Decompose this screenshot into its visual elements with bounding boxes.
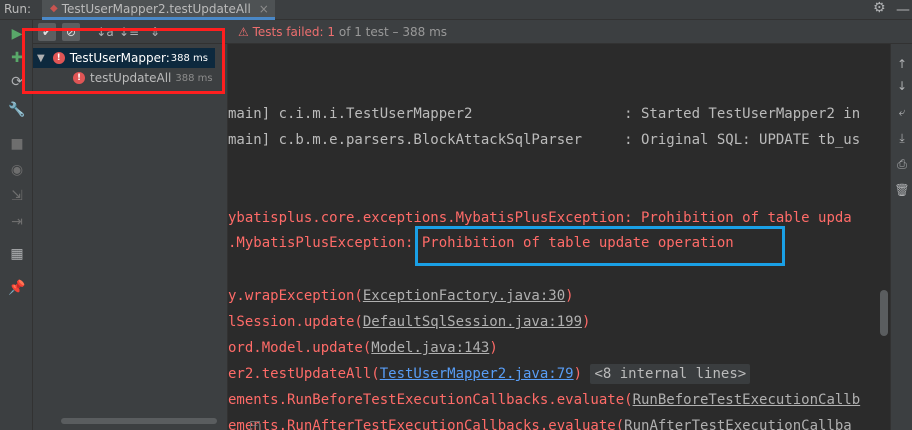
frame-link[interactable]: ExceptionFactory.java:30 <box>363 288 565 304</box>
frame-suffix: ) <box>573 366 591 382</box>
tab-title: TestUserMapper2.testUpdateAll <box>61 1 251 16</box>
frame-method: y.wrapException( <box>228 288 363 304</box>
stack-frame: ements.RunBeforeTestExecutionCallbacks.e… <box>228 390 860 410</box>
tab-test-updateall[interactable]: ◆ TestUserMapper2.testUpdateAll × <box>42 0 275 20</box>
highlight-box-blue <box>415 226 785 266</box>
tree-horizontal-scrollbar[interactable] <box>61 418 217 424</box>
frame-suffix: ) <box>489 340 498 356</box>
run-label: Run: <box>4 2 32 16</box>
frame-method: er2.testUpdateAll( <box>228 366 380 382</box>
import-icon[interactable]: ⇥ <box>7 212 27 232</box>
run-tool-window-header: Run: ◆ TestUserMapper2.testUpdateAll × ⚙… <box>0 0 912 20</box>
frame-link[interactable]: Model.java:143 <box>371 340 489 356</box>
console-side-toolbar: ↑ ↓ ⤶ ⤓ ⎙ 🗑 <box>890 44 912 430</box>
fold-toggle-icon[interactable]: + <box>250 421 260 430</box>
test-status-text: ⚠ Tests failed: 1 of 1 test – 388 ms <box>238 25 447 39</box>
status-failed-count: 1 <box>327 25 336 39</box>
layout-icon[interactable]: ▦ <box>7 244 27 264</box>
stack-frame: y.wrapException(ExceptionFactory.java:30… <box>228 286 574 306</box>
exception-line: ybatisplus.core.exceptions.MybatisPlusEx… <box>228 210 852 226</box>
frame-link[interactable]: RunAfterTestExecutionCallba <box>624 418 852 430</box>
test-config-icon: ◆ <box>50 3 58 14</box>
arrow-down-icon[interactable]: ↓ <box>894 78 910 94</box>
arrow-up-icon[interactable]: ↑ <box>894 56 910 72</box>
stack-frame: lSession.update(DefaultSqlSession.java:1… <box>228 312 590 332</box>
warning-icon: ⚠ <box>238 25 253 39</box>
frame-method: lSession.update( <box>228 314 363 330</box>
close-icon[interactable]: × <box>259 2 269 16</box>
exception-class: .MybatisPlusException <box>228 235 406 251</box>
frame-method: ements.RunAfterTestExecutionCallbacks.ev… <box>228 418 625 430</box>
camera-icon[interactable]: ◉ <box>7 160 27 180</box>
gear-icon[interactable]: ⚙ <box>873 0 886 16</box>
frame-link-source[interactable]: TestUserMapper2.java:79 <box>380 366 574 382</box>
frame-link[interactable]: RunBeforeTestExecutionCallb <box>633 392 861 408</box>
console-vertical-scrollbar[interactable] <box>880 290 888 336</box>
stack-frame: ements.RunAfterTestExecutionCallbacks.ev… <box>228 416 852 430</box>
frame-suffix: ) <box>582 314 591 330</box>
frame-method: ord.Model.update( <box>228 340 372 356</box>
soft-wrap-icon[interactable]: ⤶ <box>894 104 910 120</box>
trash-icon[interactable]: 🗑 <box>894 182 910 198</box>
test-status-bar: ⚠ Tests failed: 1 of 1 test – 388 ms <box>228 20 912 44</box>
status-summary: of 1 test – 388 ms <box>335 25 448 39</box>
frame-suffix: ) <box>565 288 574 304</box>
minimize-icon[interactable]: — <box>896 2 910 18</box>
print-icon[interactable]: ⎙ <box>894 156 910 172</box>
internal-lines-fold[interactable]: <8 internal lines> <box>590 364 751 384</box>
stop-icon[interactable]: ■ <box>7 134 27 154</box>
status-prefix: Tests failed: <box>252 25 328 39</box>
highlight-box-red <box>22 28 225 94</box>
wrench-icon[interactable]: 🔧 <box>7 100 27 120</box>
log-line-started: main] c.i.m.i.TestUserMapper2 : Started … <box>228 106 861 122</box>
export-icon[interactable]: ⇲ <box>7 186 27 206</box>
log-line-sql: main] c.b.m.e.parsers.BlockAttackSqlPars… <box>228 132 861 148</box>
scroll-to-end-icon[interactable]: ⤓ <box>894 130 910 146</box>
test-tree: ▼ ! TestUserMapper: 388 ms ! testUpdateA… <box>33 44 228 430</box>
stack-frame: er2.testUpdateAll(TestUserMapper2.java:7… <box>228 364 751 384</box>
frame-link[interactable]: DefaultSqlSession.java:199 <box>363 314 582 330</box>
stack-frame: ord.Model.update(Model.java:143) <box>228 338 498 358</box>
frame-method: ements.RunBeforeTestExecutionCallbacks.e… <box>228 392 633 408</box>
pin-icon[interactable]: 📌 <box>7 278 27 298</box>
